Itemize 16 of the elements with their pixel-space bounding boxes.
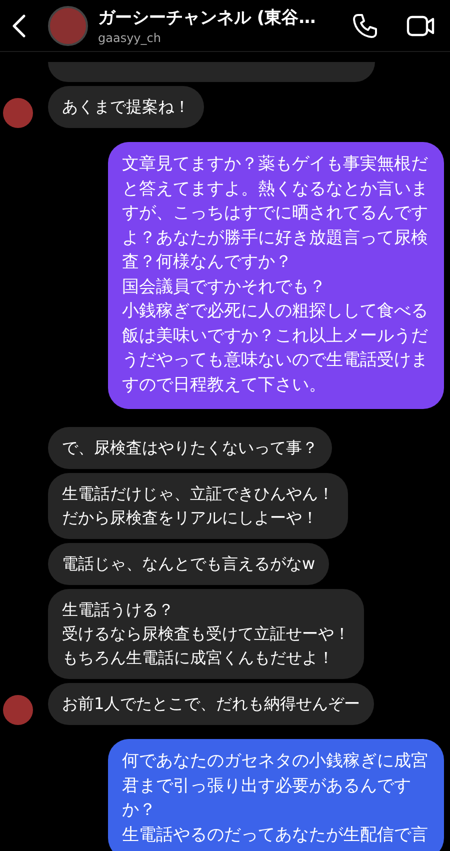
username: gaasyy_ch	[98, 31, 162, 45]
avatar[interactable]	[3, 98, 33, 128]
message-bubble: 生電話うける？ 受けるなら尿検査も受けて立証せーや！ もちろん生電話に成宮くんもだせよ！	[48, 589, 364, 679]
avatar[interactable]	[48, 6, 88, 46]
back-icon[interactable]	[12, 14, 26, 38]
message-bubble: で、尿検査はやりたくないって事？	[48, 427, 332, 469]
message-bubble: 何であなたのガセネタの小銭稼ぎに成宮君まで引っ張り出す必要があるんですか？ 生電話やるのだってあなたが生配信で言	[108, 739, 444, 851]
chat-title: ガーシーチャンネル (東谷…	[98, 7, 317, 29]
video-camera-icon[interactable]	[406, 14, 436, 38]
message-bubble: 生電話だけじゃ、立証できひんやん！ だから尿検査をリアルにしよーや！	[48, 473, 348, 539]
message-bubble: お前1人でたとこで、だれも納得せんぞー	[48, 683, 374, 725]
avatar[interactable]	[3, 695, 33, 725]
message-bubble: 電話じゃ、なんとでも言えるがなw	[48, 543, 330, 585]
phone-icon[interactable]	[352, 12, 378, 38]
message-bubble: 文章見てますか？薬もゲイも事実無根だと答えてますよ。熱くなるなとか言いますが、こっちはすでに晒されてるんですよ？あなたが勝手に好き放題言って尿検査？何様なんですか？ 国会議員ですかそれでも？ 小銭稼ぎで必死に人の粗探しして食べる飯は美味いですか？これ以上メールうだうだやっても意味ないので生電話受けますので日程教えて下さい。	[108, 142, 444, 409]
message-bubble: あくまで提案ね！	[48, 86, 204, 128]
